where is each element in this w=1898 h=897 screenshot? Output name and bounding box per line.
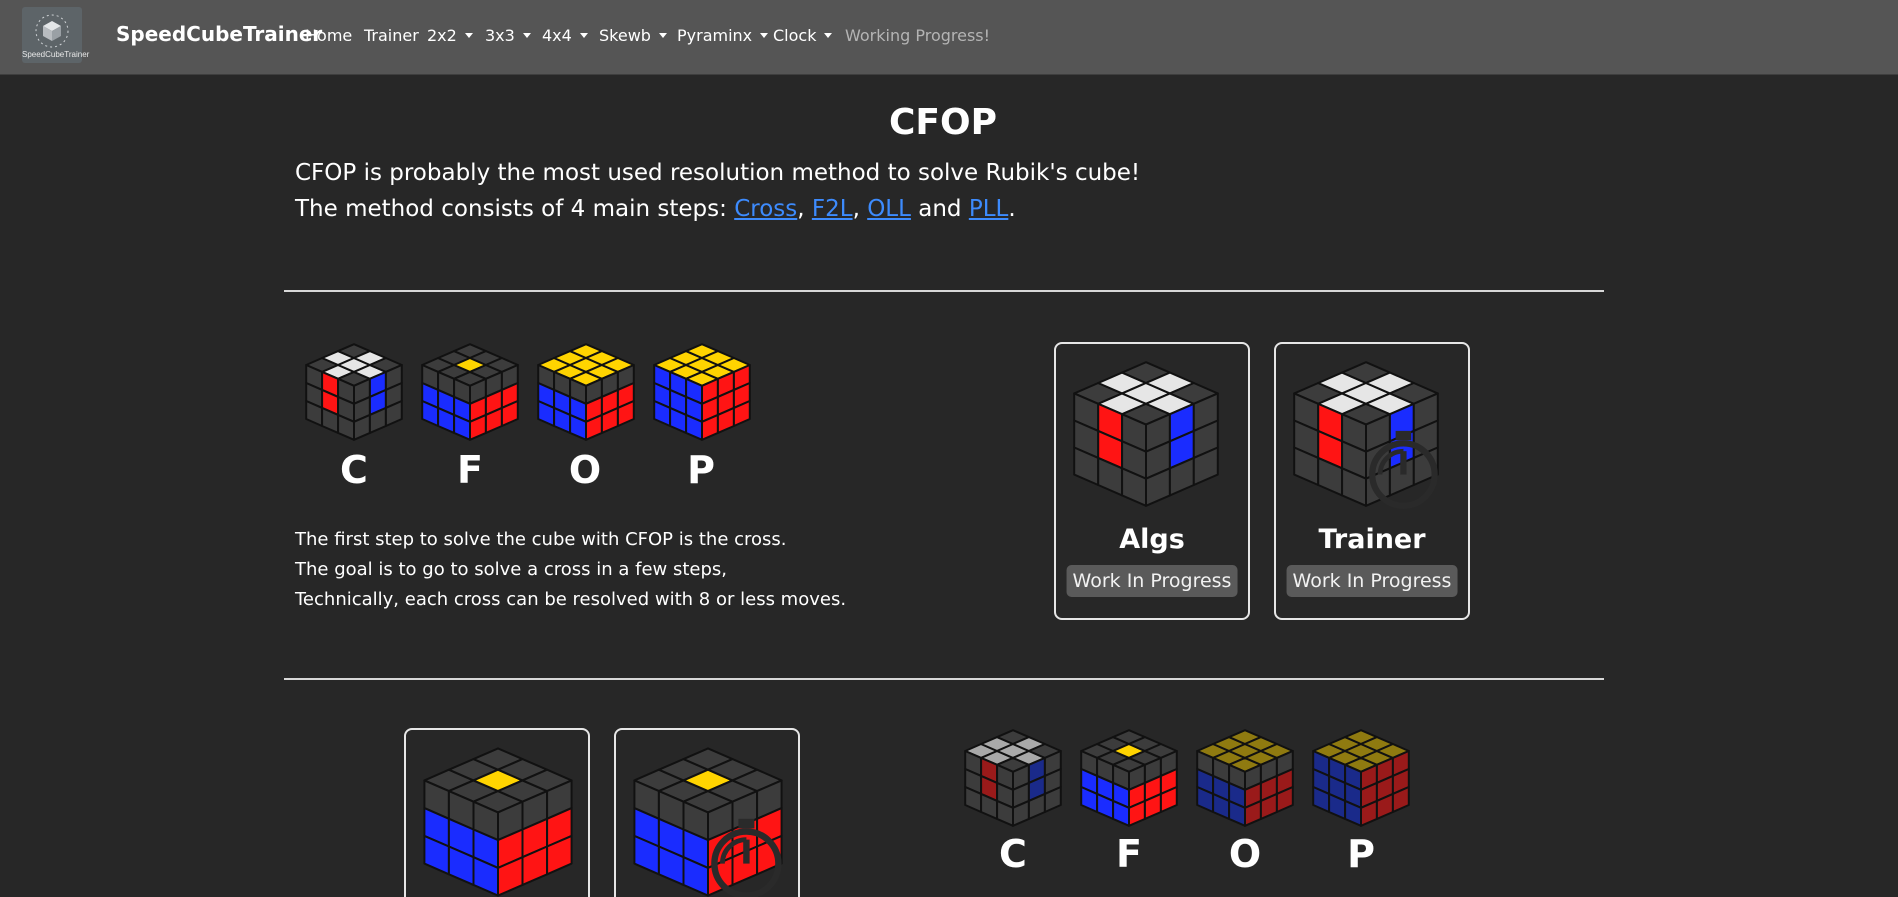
f2l-row-f2l-cube-icon xyxy=(1080,729,1178,827)
separator: , xyxy=(852,196,860,222)
caret-down-icon xyxy=(579,33,588,38)
nav-pyraminx-label: Pyraminx xyxy=(677,26,753,45)
link-cross[interactable]: Cross xyxy=(734,196,797,222)
stage-letter-o: O xyxy=(568,448,602,492)
f2l-algs-card[interactable] xyxy=(404,728,590,897)
nav-3x3-dropdown[interactable]: 3x3 xyxy=(485,26,531,45)
nav-4x4-label: 4x4 xyxy=(542,26,572,45)
intro-prefix: The method consists of 4 main steps: xyxy=(295,196,735,222)
cross-description-line-2: The goal is to go to solve a cross in a … xyxy=(295,559,727,580)
link-pll[interactable]: PLL xyxy=(969,196,1009,222)
nav-clock-dropdown[interactable]: Clock xyxy=(773,26,833,45)
f2l-row-pll-cube-icon xyxy=(1312,729,1410,827)
intro-line-1: CFOP is probably the most used resolutio… xyxy=(295,160,1141,186)
navbar: SpeedCubeTrainer SpeedCubeTrainer Home T… xyxy=(0,0,1898,75)
nav-clock-label: Clock xyxy=(773,26,817,45)
f2l-row-letter-o: O xyxy=(1228,832,1262,876)
cross-stage-cube-icon xyxy=(305,343,403,441)
trainer-card-title: Trainer xyxy=(1318,524,1426,555)
link-f2l[interactable]: F2L xyxy=(812,196,853,222)
link-oll[interactable]: OLL xyxy=(867,196,911,222)
divider xyxy=(284,678,1604,680)
stage-letter-p: P xyxy=(687,448,715,492)
nav-2x2-label: 2x2 xyxy=(427,26,457,45)
f2l-trainer-cube-icon xyxy=(633,747,783,897)
nav-working-progress[interactable]: Working Progress! xyxy=(845,26,990,45)
trainer-card[interactable]: Trainer Work In Progress xyxy=(1274,342,1470,620)
caret-down-icon xyxy=(464,33,473,38)
trainer-cube-icon xyxy=(1293,361,1439,509)
f2l-algs-cube-icon xyxy=(423,747,573,897)
trainer-work-in-progress-button[interactable]: Work In Progress xyxy=(1286,565,1458,597)
caret-down-icon xyxy=(522,33,531,38)
cross-description-line-3: Technically, each cross can be resolved … xyxy=(295,589,847,610)
nav-skewb-label: Skewb xyxy=(599,26,651,45)
nav-home-label: Home xyxy=(305,26,353,45)
and-text: and xyxy=(910,196,969,222)
f2l-row-letter-f: F xyxy=(1116,832,1142,876)
caret-down-icon xyxy=(760,33,769,38)
nav-home[interactable]: Home xyxy=(305,26,352,45)
oll-stage-cube-icon xyxy=(537,343,635,441)
algs-card[interactable]: Algs Work In Progress xyxy=(1054,342,1250,620)
stage-letter-c: C xyxy=(340,448,368,492)
brand-link[interactable]: SpeedCubeTrainer xyxy=(116,22,322,46)
intro-line-2: The method consists of 4 main steps: Cro… xyxy=(295,196,1016,222)
logo-text: SpeedCubeTrainer xyxy=(22,50,90,59)
algs-work-in-progress-button[interactable]: Work In Progress xyxy=(1066,565,1238,597)
nav-skewb-dropdown[interactable]: Skewb xyxy=(599,26,667,45)
f2l-row-letter-p: P xyxy=(1347,832,1375,876)
nav-3x3-label: 3x3 xyxy=(485,26,515,45)
nav-trainer-label: Trainer xyxy=(364,26,419,45)
algs-card-title: Algs xyxy=(1119,524,1185,555)
nav-trainer[interactable]: Trainer xyxy=(364,26,419,45)
nav-pyraminx-dropdown[interactable]: Pyraminx xyxy=(677,26,769,45)
nav-4x4-dropdown[interactable]: 4x4 xyxy=(542,26,588,45)
f2l-stage-cube-icon xyxy=(421,343,519,441)
separator: , xyxy=(797,196,805,222)
caret-down-icon xyxy=(658,33,667,38)
nav-working-label: Working Progress! xyxy=(845,26,991,45)
f2l-row-oll-cube-icon xyxy=(1196,729,1294,827)
f2l-trainer-card[interactable] xyxy=(614,728,800,897)
period: . xyxy=(1008,196,1016,222)
f2l-row-letter-c: C xyxy=(999,832,1027,876)
divider xyxy=(284,290,1604,292)
cross-description-line-1: The first step to solve the cube with CF… xyxy=(295,529,787,550)
f2l-row-cross-cube-icon xyxy=(964,729,1062,827)
pll-stage-cube-icon xyxy=(653,343,751,441)
stage-letter-f: F xyxy=(457,448,483,492)
nav-2x2-dropdown[interactable]: 2x2 xyxy=(427,26,473,45)
page-title: CFOP xyxy=(889,102,997,143)
caret-down-icon xyxy=(824,33,833,38)
site-logo[interactable]: SpeedCubeTrainer xyxy=(22,7,90,63)
algs-cube-icon xyxy=(1073,361,1219,507)
